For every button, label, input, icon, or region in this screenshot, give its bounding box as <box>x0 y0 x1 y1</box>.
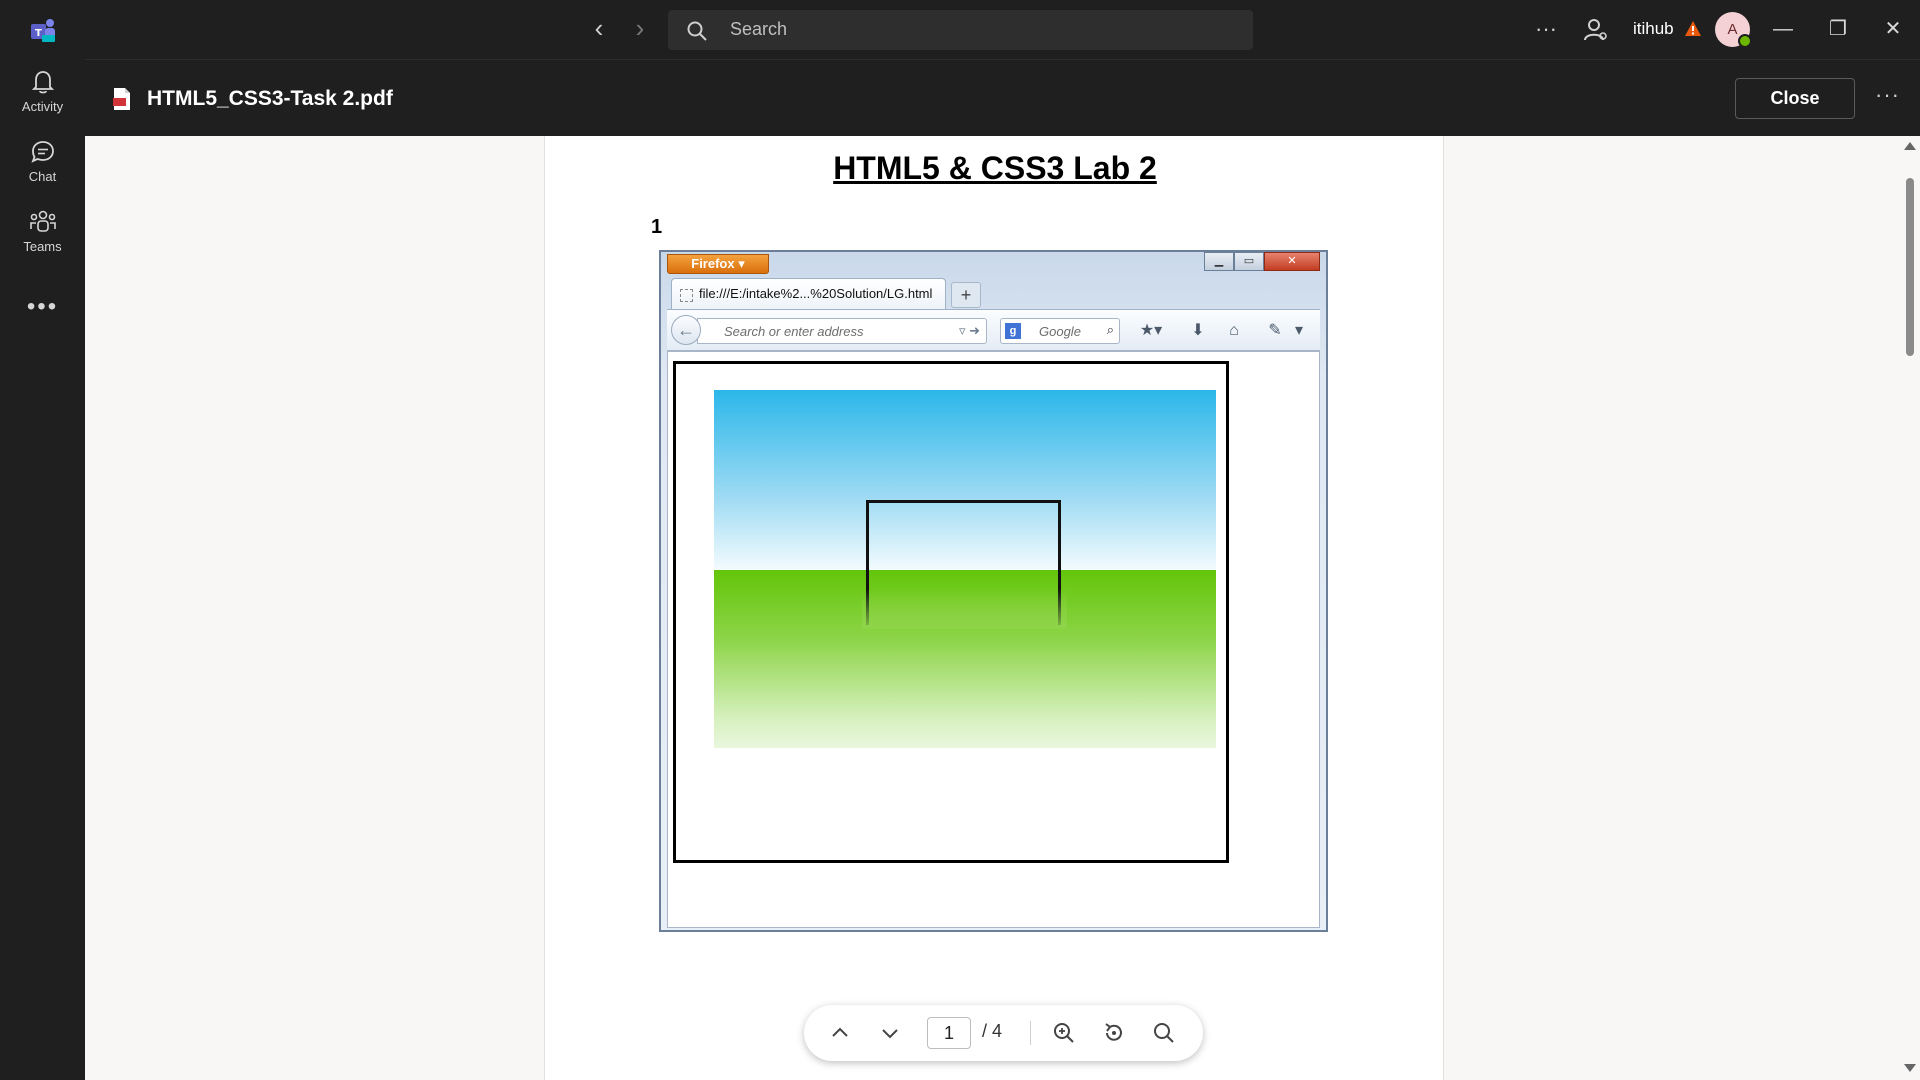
window-close-button[interactable]: ✕ <box>1876 12 1910 46</box>
go-arrow-icon: ▿ ➜ <box>958 323 980 338</box>
chat-icon <box>30 141 54 163</box>
page-total: / 4 <box>982 1021 1003 1041</box>
goal-shadow <box>862 589 1067 629</box>
forward-button[interactable]: › <box>625 14 655 44</box>
search-placeholder: Search <box>730 19 788 39</box>
magnifier-icon: ⌕ <box>1106 322 1114 337</box>
zoom-in-button[interactable] <box>1050 1019 1078 1047</box>
people-icon[interactable] <box>1580 14 1612 46</box>
rotate-button[interactable] <box>1100 1019 1128 1047</box>
rail-label-teams: Teams <box>23 239 62 254</box>
page-icon <box>680 289 693 302</box>
file-title: HTML5_CSS3-Task 2.pdf <box>147 87 393 110</box>
pdf-file-icon <box>113 88 130 110</box>
pdf-toolbar: 1 / 4 <box>804 1005 1203 1061</box>
ff-back-icon: ← <box>671 315 701 345</box>
pdf-viewer[interactable]: HTML5 & CSS3 Lab 2 1 Firefox ▾ ▁ ▭ ✕ fil… <box>85 136 1920 1080</box>
more-options-icon[interactable]: ··· <box>1530 14 1562 46</box>
search-icon <box>687 21 707 41</box>
rail-item-chat[interactable]: Chat <box>0 139 85 201</box>
home-icon: ⌂ <box>1229 322 1239 339</box>
firefox-tab: file:///E:/intake%2...%20Solution/LG.htm… <box>671 278 946 310</box>
teams-logo-icon[interactable]: T <box>28 17 56 43</box>
firefox-menu-button: Firefox ▾ <box>667 254 769 274</box>
svg-text:T: T <box>35 28 42 39</box>
next-page-button[interactable] <box>876 1019 904 1047</box>
previous-page-button[interactable] <box>826 1019 854 1047</box>
find-button[interactable] <box>1150 1019 1178 1047</box>
rail-more-apps-button[interactable]: ••• <box>0 293 85 321</box>
page-number-input[interactable]: 1 <box>927 1017 971 1049</box>
warning-icon[interactable] <box>1684 20 1702 38</box>
firefox-content <box>667 351 1320 928</box>
back-button[interactable]: ‹ <box>584 14 614 44</box>
scroll-down-icon[interactable] <box>1904 1064 1916 1072</box>
engine-placeholder: Google <box>1039 324 1081 339</box>
teams-icon <box>29 210 56 232</box>
ff-minimize-icon: ▁ <box>1204 252 1234 271</box>
close-button[interactable]: Close <box>1735 78 1855 119</box>
user-name[interactable]: itihub <box>1633 19 1674 39</box>
vertical-scrollbar[interactable] <box>1900 136 1920 1080</box>
rail-label-activity: Activity <box>21 99 64 114</box>
document-title: HTML5 & CSS3 Lab 2 <box>833 150 1157 186</box>
engine-search-box: g Google ⌕ <box>1000 318 1120 344</box>
download-icon: ⬇ <box>1191 322 1205 339</box>
canvas-border <box>673 361 1229 863</box>
ff-maximize-icon: ▭ <box>1234 252 1264 271</box>
google-icon: g <box>1005 323 1021 339</box>
toolbar-divider <box>1030 1021 1031 1045</box>
addon-icon: ✎ <box>1268 322 1282 339</box>
rail-item-activity[interactable]: Activity <box>0 69 85 131</box>
scroll-thumb[interactable] <box>1906 178 1914 356</box>
section-number: 1 <box>651 216 663 238</box>
new-tab-icon: + <box>951 282 981 308</box>
app-rail: Activity Chat Teams ••• <box>0 59 85 1080</box>
title-bar: T ‹ › Search ··· itihub A — ❐ ✕ <box>0 0 1920 59</box>
firefox-screenshot: Firefox ▾ ▁ ▭ ✕ file:///E:/intake%2...%2… <box>659 250 1328 932</box>
rail-label-chat: Chat <box>28 169 57 184</box>
restore-button[interactable]: ❐ <box>1821 12 1855 46</box>
scroll-up-icon[interactable] <box>1904 142 1916 150</box>
bell-icon <box>31 71 54 94</box>
file-header: HTML5_CSS3-Task 2.pdf Close ··· <box>85 59 1920 136</box>
search-input[interactable]: Search <box>668 10 1253 50</box>
firefox-menu-label: Firefox <box>691 256 735 271</box>
firefox-window-controls: ▁ ▭ ✕ <box>1204 252 1322 272</box>
ff-close-icon: ✕ <box>1264 252 1320 271</box>
presence-available-icon <box>1738 34 1752 48</box>
more-options-button[interactable]: ··· <box>1875 82 1900 108</box>
bookmarks-icon: ★▾ <box>1139 322 1163 339</box>
pdf-page: HTML5 & CSS3 Lab 2 1 Firefox ▾ ▁ ▭ ✕ fil… <box>544 136 1444 1080</box>
address-bar: Search or enter address ▿ ➜ <box>697 318 987 344</box>
firefox-navbar: Search or enter address ▿ ➜ ← g Google ⌕… <box>667 309 1320 351</box>
tab-title: file:///E:/intake%2...%20Solution/LG.htm… <box>699 286 933 301</box>
minimize-button[interactable]: — <box>1766 12 1800 46</box>
address-placeholder: Search or enter address <box>724 324 864 339</box>
rail-item-teams[interactable]: Teams <box>0 209 85 271</box>
toolbar-menu-icon: ▾ <box>1294 322 1304 339</box>
